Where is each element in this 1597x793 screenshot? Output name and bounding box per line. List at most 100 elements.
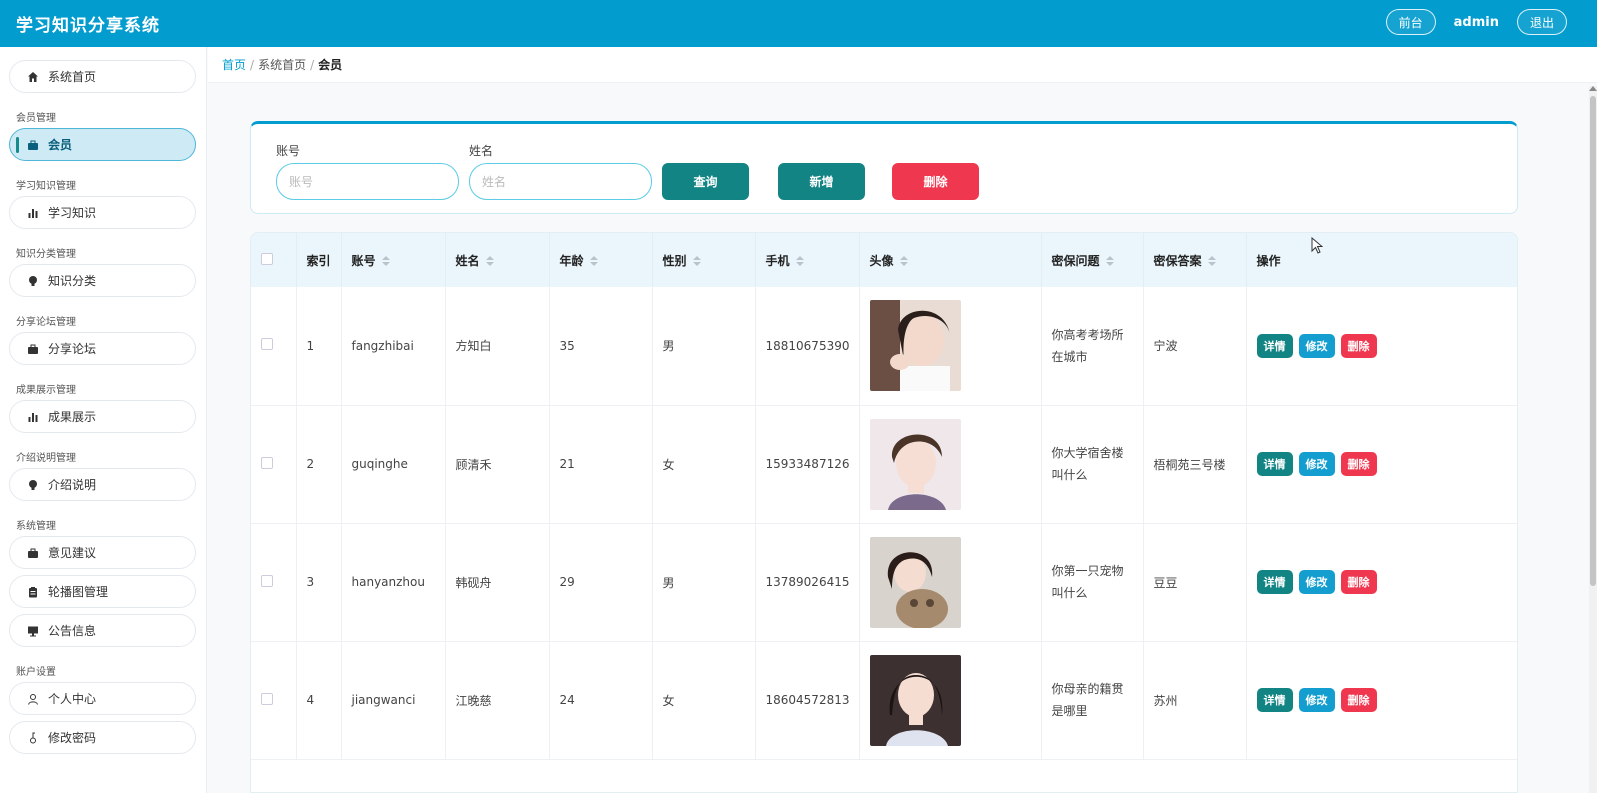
front-button[interactable]: 前台 (1385, 9, 1436, 35)
gender-cell: 男 (652, 287, 756, 406)
question-text: 你高考考场所在城市 (1051, 327, 1124, 364)
sidebar-item-achievement[interactable]: 成果展示 (9, 400, 196, 433)
detail-button[interactable]: 详情 (1256, 570, 1293, 594)
vertical-scrollbar[interactable] (1589, 86, 1597, 793)
column-header-account[interactable]: 账号 (341, 233, 446, 287)
edit-button[interactable]: 修改 (1298, 570, 1335, 594)
sort-icon[interactable] (899, 256, 908, 266)
sidebar-item-carousel[interactable]: 轮播图管理 (9, 575, 196, 608)
actions-cell: 详情 修改 删除 (1246, 405, 1517, 524)
detail-button[interactable]: 详情 (1256, 688, 1293, 712)
table-header-row: 索引 账号 姓名 年龄 性别 手机 头像 密保问题 密保答案 操作 (251, 233, 1517, 287)
avatar-cell (859, 287, 1042, 406)
detail-button[interactable]: 详情 (1256, 333, 1293, 358)
add-button[interactable]: 新增 (778, 163, 865, 200)
group-label-account: 账户设置 (16, 667, 56, 678)
row-actions: 详情 修改 删除 (1256, 570, 1518, 594)
sidebar-item-forum[interactable]: 分享论坛 (9, 332, 196, 365)
name-cell: 顾清禾 (445, 405, 550, 524)
avatar[interactable] (869, 536, 961, 628)
question-text: 你大学宿舍楼叫什么 (1051, 446, 1124, 482)
group-label-achievement: 成果展示管理 (16, 385, 76, 396)
avatar-cell (859, 523, 1042, 642)
sidebar-item-member[interactable]: 会员 (9, 128, 196, 161)
search-panel: 账号 姓名 查询 新增 删除 (250, 121, 1518, 214)
account-search-input[interactable] (276, 163, 459, 200)
table-row: 2 guqinghe 顾清禾 21 女 15933487126 你大学宿舍楼叫什… (251, 405, 1517, 524)
row-checkbox[interactable] (261, 574, 273, 587)
sidebar-item-intro[interactable]: 介绍说明 (9, 468, 196, 501)
breadcrumb: 首页 / 系统首页 / 会员 (208, 47, 1597, 83)
account-cell: hanyanzhou (341, 523, 446, 642)
sidebar-item-knowledge[interactable]: 学习知识 (9, 196, 196, 229)
sidebar-item-feedback[interactable]: 意见建议 (9, 536, 196, 569)
sidebar-item-profile[interactable]: 个人中心 (9, 682, 196, 715)
row-checkbox[interactable] (261, 456, 273, 469)
delete-button[interactable]: 删除 (1340, 688, 1377, 712)
sidebar-item-label: 意见建议 (48, 546, 97, 560)
gender-cell: 女 (652, 641, 756, 760)
name-label: 姓名 (469, 144, 494, 158)
answer-cell: 苏州 (1143, 641, 1247, 760)
query-button[interactable]: 查询 (662, 163, 749, 200)
avatar[interactable] (869, 418, 961, 510)
column-header-name[interactable]: 姓名 (445, 233, 550, 287)
phone-cell: 18810675390 (755, 287, 860, 406)
briefcase-icon (26, 138, 40, 152)
answer-cell: 豆豆 (1143, 523, 1247, 642)
delete-button[interactable]: 删除 (1340, 452, 1377, 476)
actions-cell: 详情 修改 删除 (1246, 287, 1517, 406)
avatar[interactable] (869, 300, 961, 392)
question-text: 你第一只宠物叫什么 (1051, 564, 1124, 600)
edit-button[interactable]: 修改 (1298, 333, 1335, 358)
question-cell: 你第一只宠物叫什么 (1041, 523, 1144, 642)
avatar[interactable] (869, 654, 961, 746)
sort-icon[interactable] (485, 256, 494, 266)
sidebar-item-label: 个人中心 (48, 692, 97, 706)
column-header-answer[interactable]: 密保答案 (1143, 233, 1247, 287)
column-header-label: 头像 (869, 253, 894, 268)
age-cell: 24 (549, 641, 653, 760)
name-search-input[interactable] (469, 163, 652, 200)
sidebar-item-notice[interactable]: 公告信息 (9, 614, 196, 647)
sidebar-item-category[interactable]: 知识分类 (9, 264, 196, 297)
sort-icon[interactable] (589, 256, 598, 266)
briefcase-icon (26, 342, 40, 356)
group-label-system: 系统管理 (16, 521, 56, 532)
table-row: 3 hanyanzhou 韩砚舟 29 男 13789026415 你第一只宠物… (251, 523, 1518, 642)
sort-icon[interactable] (1105, 256, 1114, 266)
monitor-icon (26, 624, 40, 638)
sidebar-item-password[interactable]: 修改密码 (9, 721, 196, 754)
edit-button[interactable]: 修改 (1298, 452, 1335, 476)
scrollbar-thumb[interactable] (1590, 96, 1596, 586)
sort-icon[interactable] (795, 256, 804, 266)
column-header-label: 密保答案 (1153, 253, 1202, 268)
column-header-gender[interactable]: 性别 (652, 233, 756, 287)
sort-icon[interactable] (381, 256, 390, 266)
account-label: 账号 (276, 144, 301, 158)
sidebar-item-home[interactable]: 系统首页 (9, 60, 196, 93)
batch-delete-button[interactable]: 删除 (892, 163, 979, 200)
breadcrumb-middle[interactable]: 系统首页 (258, 56, 306, 73)
logout-button[interactable]: 退出 (1516, 9, 1567, 35)
phone-cell: 15933487126 (755, 405, 860, 524)
column-header-label: 密保问题 (1051, 253, 1100, 268)
detail-button[interactable]: 详情 (1256, 452, 1293, 476)
scroll-up-icon[interactable] (1589, 86, 1597, 91)
row-checkbox[interactable] (261, 692, 273, 705)
column-header-phone[interactable]: 手机 (755, 233, 860, 287)
row-checkbox[interactable] (261, 338, 273, 351)
sort-icon[interactable] (1207, 256, 1216, 266)
column-header-age[interactable]: 年龄 (549, 233, 653, 287)
breadcrumb-home[interactable]: 首页 (222, 56, 246, 73)
column-header-question[interactable]: 密保问题 (1041, 233, 1144, 287)
sort-icon[interactable] (692, 256, 701, 266)
select-all-checkbox[interactable] (261, 252, 273, 265)
delete-button[interactable]: 删除 (1340, 570, 1377, 594)
delete-button[interactable]: 删除 (1340, 333, 1377, 358)
edit-button[interactable]: 修改 (1298, 688, 1335, 712)
column-header-avatar[interactable]: 头像 (859, 233, 1042, 287)
index-cell: 4 (296, 641, 342, 760)
sidebar-item-label: 介绍说明 (48, 478, 97, 492)
group-label-intro: 介绍说明管理 (16, 453, 76, 464)
